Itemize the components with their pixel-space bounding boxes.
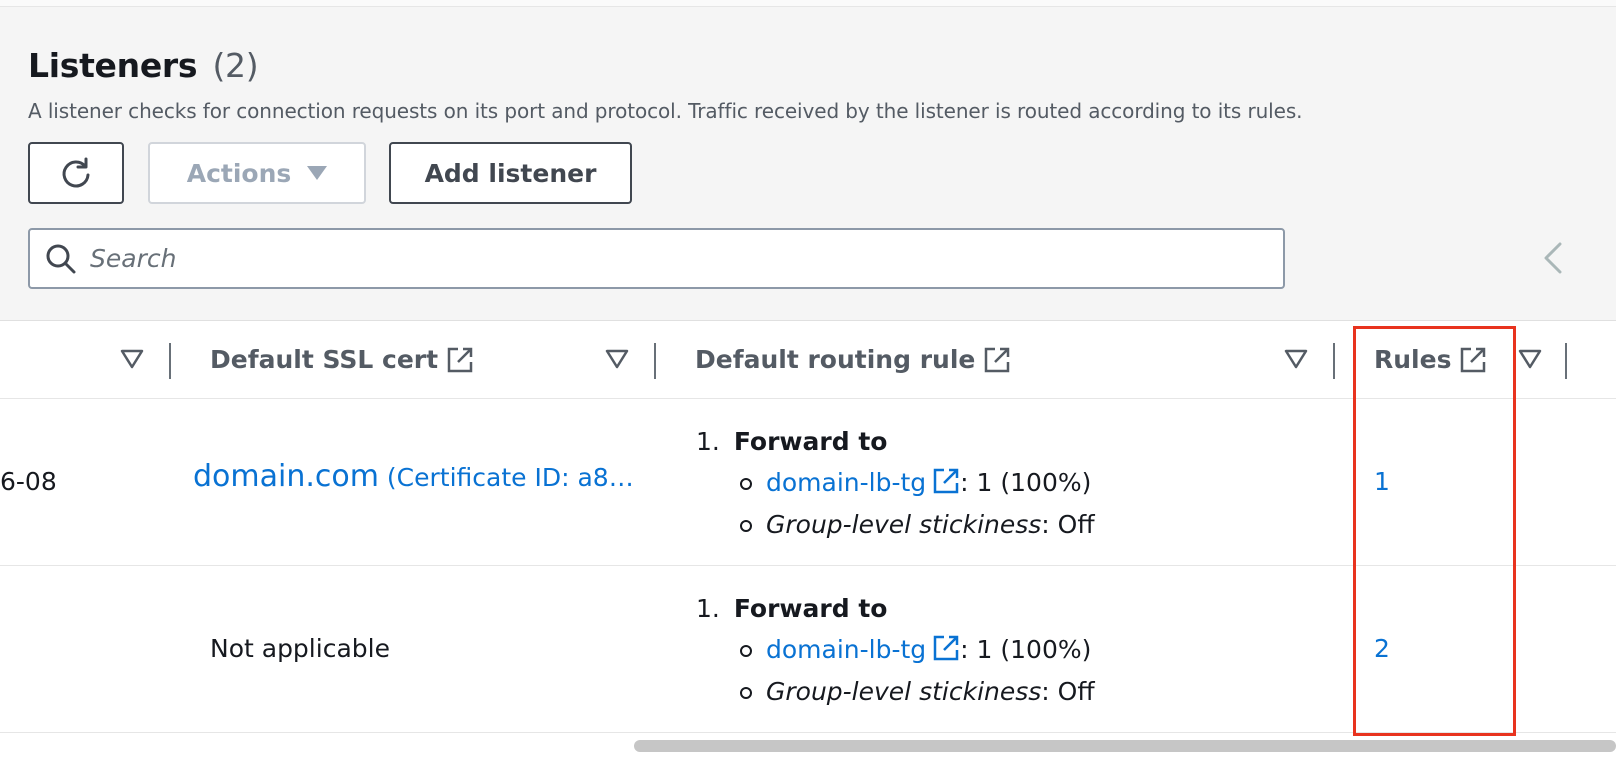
sort-caret-icon[interactable] xyxy=(605,349,629,369)
external-link-icon[interactable] xyxy=(932,467,960,495)
routing-index: 1. xyxy=(696,427,720,456)
external-link-icon[interactable] xyxy=(983,346,1011,374)
add-listener-button[interactable]: Add listener xyxy=(389,142,632,204)
chevron-left-icon[interactable] xyxy=(1536,240,1570,276)
actions-dropdown[interactable]: Actions xyxy=(148,142,366,204)
ssl-cert-cell: domain.com (Certificate ID: a8… xyxy=(193,459,634,494)
routing-action: 1. Forward to xyxy=(696,427,887,456)
routing-target: domain-lb-tg : 1 (100%) xyxy=(740,467,1091,497)
external-link-icon[interactable] xyxy=(1459,346,1487,374)
routing-stickiness: Group-level stickiness: Off xyxy=(740,677,1095,706)
add-listener-label: Add listener xyxy=(424,158,597,188)
page-title: Listeners (2) xyxy=(28,46,259,85)
stickiness-value: : Off xyxy=(1041,677,1095,706)
table-header: Default SSL cert Default routing rule Ru… xyxy=(0,321,1616,399)
title-text: Listeners xyxy=(28,46,198,85)
refresh-icon xyxy=(62,157,90,188)
column-header-default-routing-rule[interactable]: Default routing rule xyxy=(695,321,1011,398)
bullet-icon xyxy=(740,645,752,657)
rules-count-link[interactable]: 1 xyxy=(1374,467,1390,496)
table-row: Not applicable 1. Forward to domain-lb-tg… xyxy=(0,566,1616,733)
external-link-icon[interactable] xyxy=(446,346,474,374)
rules-count-link[interactable]: 2 xyxy=(1374,634,1390,663)
column-label: Rules xyxy=(1374,345,1452,374)
actions-label: Actions xyxy=(186,158,292,188)
column-divider[interactable] xyxy=(1565,343,1567,379)
ssl-cert-id: (Certificate ID: a8… xyxy=(386,463,634,492)
target-group-link[interactable]: domain-lb-tg xyxy=(766,635,926,664)
column-divider[interactable] xyxy=(654,343,656,379)
listeners-table: Default SSL cert Default routing rule Ru… xyxy=(0,320,1616,771)
bullet-icon xyxy=(740,520,752,532)
truncated-cell: 6-08 xyxy=(0,467,57,496)
search-icon xyxy=(46,244,76,273)
horizontal-scrollbar[interactable] xyxy=(634,740,1616,752)
column-label: Default routing rule xyxy=(695,345,976,374)
section-description: A listener checks for connection request… xyxy=(28,99,1303,123)
routing-index: 1. xyxy=(696,594,720,623)
caret-down-icon xyxy=(307,166,328,180)
ssl-cert-domain-link[interactable]: domain.com xyxy=(193,459,379,494)
sort-caret-icon[interactable] xyxy=(1284,349,1308,369)
column-label: Default SSL cert xyxy=(210,345,439,374)
routing-stickiness: Group-level stickiness: Off xyxy=(740,510,1095,539)
ssl-cert-cell: Not applicable xyxy=(210,634,390,663)
table-row: 6-08 domain.com (Certificate ID: a8… 1. F… xyxy=(0,399,1616,566)
bullet-icon xyxy=(740,687,752,699)
stickiness-label: Group-level stickiness xyxy=(766,677,1042,706)
bullet-icon xyxy=(740,478,752,490)
external-link-icon[interactable] xyxy=(932,634,960,662)
column-divider[interactable] xyxy=(1333,343,1335,379)
search-input[interactable] xyxy=(88,243,1242,274)
stickiness-value: : Off xyxy=(1041,510,1095,539)
listener-count: (2) xyxy=(212,46,259,85)
column-header-default-ssl-cert[interactable]: Default SSL cert xyxy=(210,321,474,398)
routing-action-label: Forward to xyxy=(733,427,888,456)
target-group-link[interactable]: domain-lb-tg xyxy=(766,468,926,497)
target-weight: : 1 (100%) xyxy=(960,468,1092,497)
column-header-rules[interactable]: Rules xyxy=(1374,321,1487,398)
column-divider[interactable] xyxy=(169,343,171,379)
sort-caret-icon[interactable] xyxy=(120,349,144,369)
search-box[interactable] xyxy=(28,228,1285,289)
sort-caret-icon[interactable] xyxy=(1518,349,1542,369)
routing-target: domain-lb-tg : 1 (100%) xyxy=(740,634,1091,664)
routing-action-label: Forward to xyxy=(733,594,888,623)
stickiness-label: Group-level stickiness xyxy=(766,510,1042,539)
top-divider xyxy=(0,0,1616,7)
target-weight: : 1 (100%) xyxy=(960,635,1092,664)
routing-action: 1. Forward to xyxy=(696,594,887,623)
refresh-button[interactable] xyxy=(28,142,124,204)
